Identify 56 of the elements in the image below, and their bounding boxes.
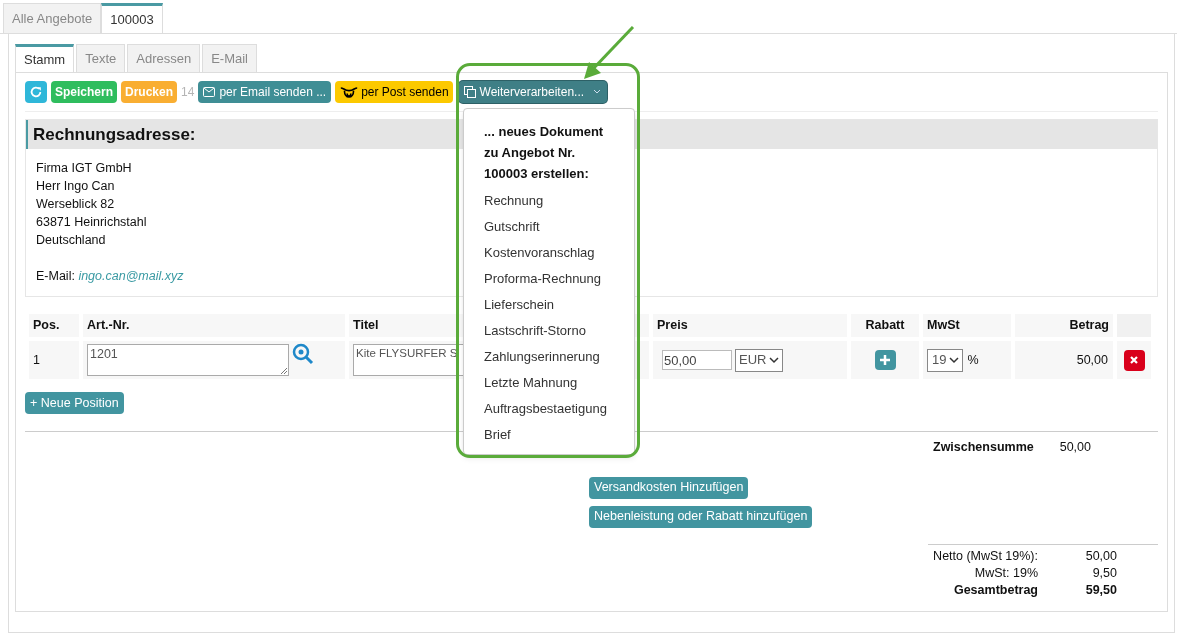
delete-button[interactable]	[1123, 349, 1145, 371]
menu-item[interactable]: Letzte Mahnung	[484, 370, 614, 396]
post-horn-icon	[339, 84, 360, 100]
currency-select[interactable]: EUR	[735, 348, 784, 372]
column-header: Art.-Nr.	[83, 314, 345, 337]
table-cell: 50,00	[1015, 341, 1113, 379]
close-icon	[1130, 356, 1138, 364]
hidden-label: 14	[181, 84, 195, 101]
total-value: 50,00	[1084, 547, 1117, 565]
email-button[interactable]: per Email senden ...	[198, 81, 332, 103]
subtotal-label: Zwischensumme	[933, 439, 1035, 456]
menu-item[interactable]: Rechnung	[484, 188, 614, 214]
column-header: Betrag	[1015, 314, 1113, 337]
article-field[interactable]: 1201	[87, 344, 289, 376]
column-header: Preis	[653, 314, 847, 337]
total-value: 9,50	[1091, 564, 1117, 582]
chevron-icon	[948, 356, 961, 364]
pointer-arrow	[582, 26, 636, 81]
envelope-icon	[203, 87, 216, 97]
address-line: Firma IGT GmbH	[36, 160, 132, 177]
column-header: MwSt	[923, 314, 1011, 337]
menu-item[interactable]: Auftragsbestaetigung	[484, 396, 614, 422]
plus-icon	[880, 355, 890, 365]
table-cell: 1	[29, 341, 79, 379]
add-discount-button[interactable]	[874, 350, 896, 370]
caret-icon	[592, 88, 603, 96]
vat-select[interactable]: 19	[927, 348, 964, 372]
column-header: Pos.	[29, 314, 79, 337]
post-button[interactable]: per Post senden	[335, 81, 453, 103]
price-field[interactable]: 50,00	[662, 350, 732, 370]
search-settings-icon	[292, 343, 314, 365]
total-label: Gesamtbetrag	[952, 581, 1038, 599]
copy-icon	[463, 86, 476, 98]
menu-item[interactable]: Kostenvoranschlag	[484, 240, 614, 266]
address-line: Werseblick 82	[36, 196, 115, 213]
column-header: Rabatt	[851, 314, 919, 337]
refresh-icon	[29, 85, 43, 99]
total-label: Netto (MwSt 19%):	[932, 547, 1038, 565]
menu-item[interactable]: Zahlungserinnerung	[484, 344, 614, 370]
email-label: E-Mail:	[36, 269, 75, 283]
process-menu-button[interactable]: Weiterverarbeiten...	[458, 81, 608, 103]
address-line: Herr Ingo Can	[36, 178, 115, 195]
tab[interactable]: Stamm	[15, 44, 75, 72]
total-value: 59,50	[1084, 581, 1117, 599]
refresh-button[interactable]	[25, 81, 47, 103]
menu-item[interactable]: Proforma-Rechnung	[484, 266, 614, 292]
menu-item[interactable]: Gutschrift	[484, 214, 614, 240]
resize-icon	[281, 368, 287, 374]
tab[interactable]: 100003	[101, 3, 163, 33]
menu-item[interactable]: Brief	[484, 422, 614, 448]
address-line: Deutschland	[36, 232, 106, 249]
subtotal-value: 50,00	[1059, 439, 1091, 456]
total-label: MwSt: 19%	[973, 564, 1038, 582]
address-line: 63871 Heinrichstahl	[36, 214, 147, 231]
chevron-icon	[768, 356, 781, 364]
percent-sign: %	[967, 351, 979, 369]
